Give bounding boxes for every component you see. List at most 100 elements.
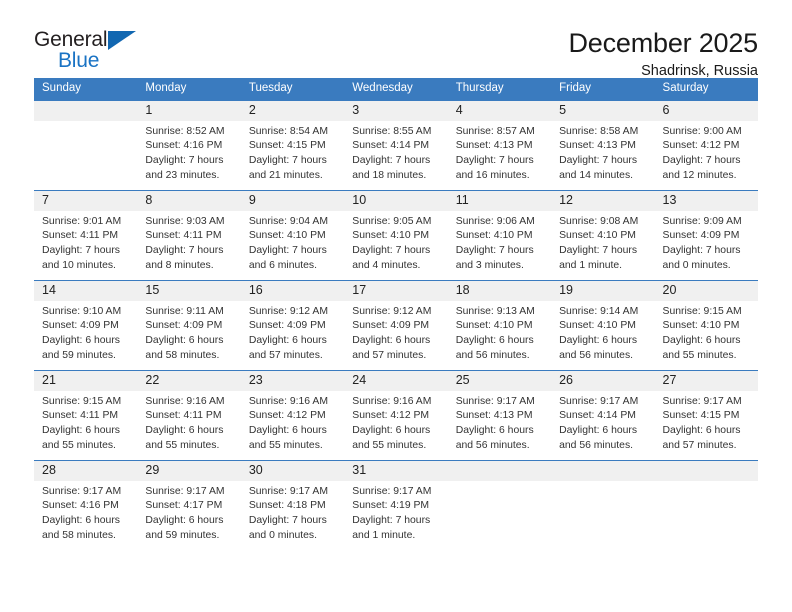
day-number: 3 <box>344 100 448 121</box>
day-number: 20 <box>654 280 758 301</box>
day-details: Sunrise: 9:13 AM Sunset: 4:10 PM Daylight:… <box>448 301 551 364</box>
weekday-header-friday: Friday <box>551 78 655 100</box>
sunset-text: Sunset: 4:10 PM <box>455 230 533 242</box>
day-number: 11 <box>447 190 552 211</box>
sunset-text: Sunset: 4:11 PM <box>145 230 222 242</box>
day-details: Sunrise: 9:04 AM Sunset: 4:10 PM Daylight:… <box>241 211 344 274</box>
daylight-text-line2: and 8 minutes. <box>145 259 214 271</box>
calendar-day-cell[interactable]: 14 Sunrise: 9:10 AM Sunset: 4:09 PM Dayligh… <box>34 279 138 370</box>
calendar-day-cell[interactable]: 21 Sunrise: 9:15 AM Sunset: 4:11 PM Dayligh… <box>34 369 138 460</box>
sunset-text: Sunset: 4:12 PM <box>248 410 326 422</box>
calendar-day-cell[interactable]: 3 Sunrise: 8:55 AM Sunset: 4:14 PM Daylight… <box>344 99 448 190</box>
day-details: Sunrise: 9:17 AM Sunset: 4:15 PM Daylight:… <box>655 391 758 454</box>
calendar-day-cell[interactable]: 6 Sunrise: 9:00 AM Sunset: 4:12 PM Daylight… <box>654 99 758 190</box>
sunrise-text: Sunrise: 9:03 AM <box>145 215 225 227</box>
daylight-text-line1: Daylight: 6 hours <box>248 425 327 437</box>
sunrise-text: Sunrise: 9:13 AM <box>455 305 535 317</box>
sunset-text: Sunset: 4:10 PM <box>559 320 636 332</box>
daylight-text-line1: Daylight: 6 hours <box>455 335 534 347</box>
sunset-text: Sunset: 4:10 PM <box>662 320 740 332</box>
daylight-text-line2: and 21 minutes. <box>248 169 323 181</box>
day-number: 25 <box>447 370 552 391</box>
calendar-day-cell[interactable]: 9 Sunrise: 9:04 AM Sunset: 4:10 PM Daylight… <box>240 189 345 280</box>
day-number: 7 <box>34 190 138 211</box>
calendar-day-cell[interactable]: 8 Sunrise: 9:03 AM Sunset: 4:11 PM Daylight… <box>137 189 241 280</box>
calendar-day-cell[interactable]: 2 Sunrise: 8:54 AM Sunset: 4:15 PM Daylight… <box>240 99 345 190</box>
daylight-text-line1: Daylight: 6 hours <box>145 515 224 527</box>
daylight-text-line1: Daylight: 6 hours <box>42 425 120 437</box>
daylight-text-line2: and 0 minutes. <box>248 529 318 541</box>
calendar-day-cell[interactable]: 27 Sunrise: 9:17 AM Sunset: 4:15 PM Dayligh… <box>654 369 758 460</box>
calendar-day-cell[interactable]: 10 Sunrise: 9:05 AM Sunset: 4:10 PM Dayligh… <box>344 189 448 280</box>
daylight-text-line2: and 6 minutes. <box>248 259 318 271</box>
sunset-text: Sunset: 4:12 PM <box>662 140 740 152</box>
calendar-day-cell[interactable]: 12 Sunrise: 9:08 AM Sunset: 4:10 PM Dayligh… <box>551 189 655 280</box>
calendar-day-cell[interactable]: 13 Sunrise: 9:09 AM Sunset: 4:09 PM Dayligh… <box>654 189 758 280</box>
daylight-text-line1: Daylight: 7 hours <box>145 245 224 257</box>
calendar-day-cell[interactable]: 17 Sunrise: 9:12 AM Sunset: 4:09 PM Dayligh… <box>344 279 448 370</box>
day-details: Sunrise: 9:16 AM Sunset: 4:11 PM Daylight:… <box>137 391 240 454</box>
daylight-text-line1: Daylight: 7 hours <box>42 245 120 257</box>
calendar-day-cell[interactable]: 18 Sunrise: 9:13 AM Sunset: 4:10 PM Dayligh… <box>447 279 552 370</box>
calendar-day-cell[interactable]: 15 Sunrise: 9:11 AM Sunset: 4:09 PM Dayligh… <box>137 279 241 370</box>
calendar-week-row: 28 Sunrise: 9:17 AM Sunset: 4:16 PM Dayligh… <box>34 459 758 550</box>
calendar-day-cell[interactable]: 1 Sunrise: 8:52 AM Sunset: 4:16 PM Daylight… <box>137 99 241 190</box>
calendar-day-cell[interactable]: 19 Sunrise: 9:14 AM Sunset: 4:10 PM Dayligh… <box>551 279 655 370</box>
page-header: General Blue December 2025 Shadrinsk, Ru… <box>0 0 792 80</box>
day-number: 21 <box>34 370 138 391</box>
calendar-day-cell[interactable]: 23 Sunrise: 9:16 AM Sunset: 4:12 PM Dayligh… <box>240 369 345 460</box>
daylight-text-line2: and 56 minutes. <box>559 439 634 451</box>
day-number: 9 <box>240 190 345 211</box>
daylight-text-line2: and 56 minutes. <box>455 439 530 451</box>
title-block: December 2025 Shadrinsk, Russia <box>568 28 758 80</box>
sunrise-text: Sunrise: 9:04 AM <box>248 215 328 227</box>
calendar-day-cell[interactable]: 24 Sunrise: 9:16 AM Sunset: 4:12 PM Dayligh… <box>344 369 448 460</box>
calendar-day-cell[interactable]: 11 Sunrise: 9:06 AM Sunset: 4:10 PM Dayligh… <box>447 189 552 280</box>
general-blue-logo: General Blue <box>34 28 154 80</box>
calendar-day-cell[interactable]: 16 Sunrise: 9:12 AM Sunset: 4:09 PM Dayligh… <box>240 279 345 370</box>
sunset-text: Sunset: 4:16 PM <box>145 140 223 152</box>
day-details: Sunrise: 8:52 AM Sunset: 4:16 PM Daylight:… <box>137 121 240 184</box>
calendar-day-cell[interactable]: 29 Sunrise: 9:17 AM Sunset: 4:17 PM Dayligh… <box>137 459 241 550</box>
day-number: 17 <box>344 280 448 301</box>
daylight-text-line1: Daylight: 6 hours <box>352 425 431 437</box>
day-details: Sunrise: 8:55 AM Sunset: 4:14 PM Daylight:… <box>344 121 447 184</box>
calendar-day-cell[interactable]: 26 Sunrise: 9:17 AM Sunset: 4:14 PM Dayligh… <box>551 369 655 460</box>
calendar-day-cell[interactable]: 28 Sunrise: 9:17 AM Sunset: 4:16 PM Dayligh… <box>34 459 138 550</box>
calendar-day-cell[interactable]: 20 Sunrise: 9:15 AM Sunset: 4:10 PM Dayligh… <box>654 279 758 370</box>
day-details: Sunrise: 9:11 AM Sunset: 4:09 PM Daylight:… <box>137 301 240 364</box>
sunrise-text: Sunrise: 8:55 AM <box>352 125 432 137</box>
sunrise-text: Sunrise: 9:12 AM <box>248 305 328 317</box>
sunset-text: Sunset: 4:10 PM <box>248 230 326 242</box>
day-details: Sunrise: 9:17 AM Sunset: 4:16 PM Daylight:… <box>34 481 137 544</box>
sunrise-text: Sunrise: 9:17 AM <box>42 485 122 497</box>
sunrise-text: Sunrise: 9:17 AM <box>248 485 328 497</box>
daylight-text-line1: Daylight: 7 hours <box>559 245 638 257</box>
calendar-day-cell[interactable]: 25 Sunrise: 9:17 AM Sunset: 4:13 PM Dayligh… <box>447 369 552 460</box>
day-number: 27 <box>654 370 758 391</box>
day-number: 18 <box>447 280 552 301</box>
daylight-text-line1: Daylight: 7 hours <box>662 245 741 257</box>
calendar-table: Sunday Monday Tuesday Wednesday Thursday Frid… <box>34 78 758 550</box>
daylight-text-line2: and 55 minutes. <box>352 439 427 451</box>
calendar-day-cell[interactable]: 22 Sunrise: 9:16 AM Sunset: 4:11 PM Dayligh… <box>137 369 241 460</box>
day-details: Sunrise: 9:17 AM Sunset: 4:14 PM Daylight:… <box>551 391 654 454</box>
calendar-cell-empty <box>654 459 758 550</box>
weekday-header-saturday: Saturday <box>654 78 758 100</box>
day-details: Sunrise: 9:06 AM Sunset: 4:10 PM Daylight:… <box>448 211 551 274</box>
calendar-day-cell[interactable]: 31 Sunrise: 9:17 AM Sunset: 4:19 PM Dayligh… <box>344 459 448 550</box>
daylight-text-line2: and 58 minutes. <box>42 529 116 541</box>
calendar-day-cell[interactable]: 4 Sunrise: 8:57 AM Sunset: 4:13 PM Daylight… <box>447 99 552 190</box>
sunrise-text: Sunrise: 9:17 AM <box>559 395 639 407</box>
daylight-text-line2: and 23 minutes. <box>145 169 220 181</box>
calendar-day-cell[interactable]: 7 Sunrise: 9:01 AM Sunset: 4:11 PM Daylight… <box>34 189 138 280</box>
daylight-text-line2: and 55 minutes. <box>42 439 116 451</box>
sunset-text: Sunset: 4:09 PM <box>662 230 740 242</box>
calendar-day-cell[interactable]: 30 Sunrise: 9:17 AM Sunset: 4:18 PM Dayligh… <box>240 459 345 550</box>
calendar-body: 1 Sunrise: 8:52 AM Sunset: 4:16 PM Daylight… <box>34 99 758 550</box>
calendar-day-cell[interactable]: 5 Sunrise: 8:58 AM Sunset: 4:13 PM Daylight… <box>551 99 655 190</box>
daylight-text-line1: Daylight: 6 hours <box>559 335 638 347</box>
daylight-text-line2: and 55 minutes. <box>248 439 323 451</box>
daylight-text-line2: and 59 minutes. <box>145 529 220 541</box>
sunrise-text: Sunrise: 9:16 AM <box>145 395 225 407</box>
